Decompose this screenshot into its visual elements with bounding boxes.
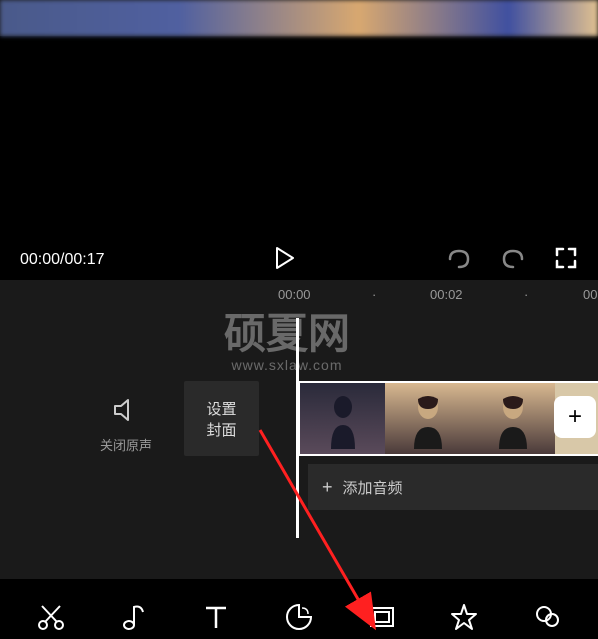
- text-icon: [201, 602, 231, 632]
- bottom-toolbar: [0, 579, 598, 639]
- tool-text[interactable]: [201, 586, 231, 632]
- person-silhouette-icon: [493, 389, 533, 449]
- picture-in-picture-icon: [367, 602, 397, 632]
- redo-icon: [500, 247, 526, 269]
- person-silhouette-icon: [323, 389, 363, 449]
- ruler-mark: 00: [583, 287, 597, 302]
- playback-controls: 00:00/00:17: [0, 240, 598, 280]
- video-clip-thumbnail[interactable]: [385, 383, 470, 454]
- add-audio-button[interactable]: + 添加音频: [308, 464, 598, 510]
- video-preview-area[interactable]: [0, 36, 598, 240]
- fullscreen-button[interactable]: [554, 246, 578, 275]
- timeline-ruler[interactable]: 00:00 · 00:02 · 00: [0, 280, 598, 308]
- tool-sticker[interactable]: [284, 586, 314, 632]
- redo-button[interactable]: [500, 247, 526, 274]
- music-note-icon: [119, 602, 149, 632]
- video-clip-thumbnail[interactable]: [470, 383, 555, 454]
- watermark: 硕夏网 www.sxlaw.com: [224, 300, 350, 373]
- filter-icon: [532, 602, 562, 632]
- ruler-dot: ·: [524, 287, 528, 302]
- play-button[interactable]: [275, 246, 295, 275]
- play-icon: [275, 246, 295, 270]
- watermark-title: 硕夏网: [224, 300, 350, 361]
- timeline-area: 关闭原声 设置 封面: [0, 368, 598, 528]
- tool-cut[interactable]: [36, 586, 66, 632]
- tool-effect[interactable]: [449, 586, 479, 632]
- tool-pip[interactable]: [367, 586, 397, 632]
- tool-audio[interactable]: [119, 586, 149, 632]
- video-clips-track[interactable]: [298, 381, 598, 456]
- star-icon: [449, 602, 479, 632]
- cover-label-line2: 封面: [206, 419, 236, 440]
- person-silhouette-icon: [408, 389, 448, 449]
- ruler-mark: 00:00: [278, 287, 311, 302]
- speaker-icon: [100, 398, 152, 427]
- video-preview-strip: [0, 0, 598, 36]
- ruler-mark: 00:02: [430, 287, 463, 302]
- add-clip-button[interactable]: +: [554, 396, 596, 438]
- tool-filter[interactable]: [532, 586, 562, 632]
- plus-icon: +: [322, 477, 333, 498]
- mute-original-sound[interactable]: 关闭原声: [100, 398, 152, 454]
- add-audio-label: 添加音频: [343, 477, 403, 498]
- undo-button[interactable]: [446, 247, 472, 274]
- video-clip-thumbnail[interactable]: [300, 383, 385, 454]
- undo-icon: [446, 247, 472, 269]
- cover-label-line1: 设置: [206, 398, 236, 419]
- plus-icon: +: [568, 403, 582, 431]
- set-cover-button[interactable]: 设置 封面: [184, 381, 259, 456]
- scissors-icon: [36, 602, 66, 632]
- ruler-dot: ·: [372, 287, 376, 302]
- fullscreen-icon: [554, 246, 578, 270]
- sticker-icon: [284, 602, 314, 632]
- time-display: 00:00/00:17: [20, 251, 105, 269]
- mute-label: 关闭原声: [100, 435, 152, 454]
